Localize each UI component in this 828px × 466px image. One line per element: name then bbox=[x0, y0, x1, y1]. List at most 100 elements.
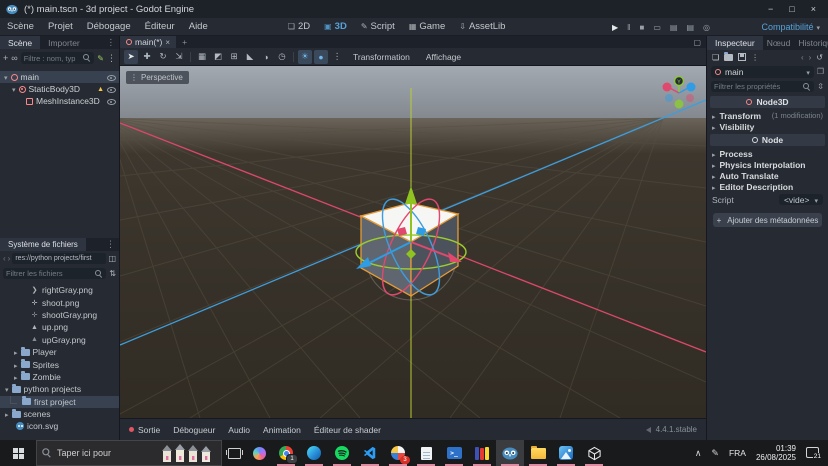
taskbar-clock[interactable]: 01:39 26/08/2025 bbox=[756, 444, 796, 462]
action-center-button[interactable]: 21 bbox=[806, 447, 820, 459]
section-auto-translate[interactable]: Auto Translate bbox=[707, 170, 828, 181]
move-tool-button[interactable]: ✚ bbox=[140, 50, 154, 64]
snap-button[interactable]: ◑ bbox=[259, 50, 273, 64]
scene-tree-menu-icon[interactable] bbox=[107, 53, 116, 64]
viewport-extra-menu-icon[interactable] bbox=[330, 50, 344, 64]
remote-debug-icon[interactable]: ▭ bbox=[653, 23, 661, 32]
tree-row-staticbody3d[interactable]: StaticBody3D ▲ bbox=[0, 83, 119, 95]
menu-help[interactable]: Aide bbox=[182, 21, 215, 32]
folder-row[interactable]: Zombie bbox=[0, 371, 119, 383]
explorer-button[interactable] bbox=[524, 440, 552, 466]
open-docs-icon[interactable]: ❐ bbox=[817, 67, 824, 76]
pause-button[interactable]: ‖ bbox=[627, 23, 630, 32]
filesystem-menu-icon[interactable] bbox=[102, 238, 119, 251]
panel-audio[interactable]: Audio bbox=[228, 425, 250, 435]
panel-animation[interactable]: Animation bbox=[263, 425, 301, 435]
menu-editor[interactable]: Éditeur bbox=[138, 21, 182, 32]
camera-override-button[interactable]: ◷ bbox=[275, 50, 289, 64]
maximize-button[interactable]: □ bbox=[789, 4, 794, 14]
mode-game[interactable]: ▦Game bbox=[409, 21, 445, 32]
instances-icon[interactable]: ◎ bbox=[703, 23, 710, 32]
save-resource-icon[interactable] bbox=[738, 53, 746, 61]
file-row[interactable]: ▲ upGray.png bbox=[0, 334, 119, 346]
menu-view[interactable]: Affichage bbox=[419, 52, 468, 62]
instance-scene-button[interactable]: ∞ bbox=[11, 53, 17, 63]
vscode-button[interactable] bbox=[356, 440, 384, 466]
start-button[interactable] bbox=[0, 440, 36, 466]
edited-object-selector[interactable]: main bbox=[711, 66, 814, 78]
collapse-icon[interactable] bbox=[14, 372, 18, 382]
section-physics-interpolation[interactable]: Physics Interpolation bbox=[707, 159, 828, 170]
folder-row-selected[interactable]: first project bbox=[0, 396, 119, 408]
tab-scene[interactable]: Scène bbox=[0, 36, 40, 49]
file-row[interactable]: ▲ up.png bbox=[0, 321, 119, 333]
notification-app-button[interactable]: 3 bbox=[384, 440, 412, 466]
mode-3d[interactable]: ▣3D bbox=[324, 21, 347, 32]
renderer-selector[interactable]: Compatibilité bbox=[761, 18, 820, 36]
rotate-tool-button[interactable]: ↻ bbox=[156, 50, 170, 64]
filesystem-filter-input[interactable]: Filtrer les fichiers bbox=[3, 268, 106, 279]
folder-row[interactable]: Player bbox=[0, 346, 119, 358]
split-view-icon[interactable]: ◫ bbox=[108, 254, 116, 263]
tab-inspector[interactable]: Inspecteur bbox=[707, 36, 763, 50]
movie-maker-icon-2[interactable]: ▤ bbox=[686, 23, 694, 32]
menu-debug[interactable]: Débogage bbox=[80, 21, 138, 32]
close-tab-icon[interactable]: × bbox=[165, 38, 170, 47]
expand-sections-icon[interactable]: ⇳ bbox=[817, 82, 824, 91]
scene-tab-main[interactable]: main(*) × bbox=[120, 36, 176, 48]
collapse-icon[interactable] bbox=[5, 409, 9, 419]
lock-button[interactable]: ◩ bbox=[211, 50, 225, 64]
chrome-button[interactable]: 1 bbox=[272, 440, 300, 466]
menu-transform[interactable]: Transformation bbox=[346, 52, 417, 62]
copilot-button[interactable] bbox=[247, 440, 272, 466]
tab-history[interactable]: Historique bbox=[794, 36, 828, 50]
powershell-button[interactable]: >_ bbox=[440, 440, 468, 466]
collapse-icon[interactable] bbox=[14, 360, 18, 370]
sort-files-icon[interactable]: ⇅ bbox=[109, 269, 116, 278]
section-process[interactable]: Process bbox=[707, 148, 828, 159]
new-resource-icon[interactable]: ❏ bbox=[712, 53, 719, 62]
tree-row-meshinstance3d[interactable]: MeshInstance3D bbox=[0, 95, 119, 107]
add-node-button[interactable]: + bbox=[3, 53, 8, 63]
load-resource-icon[interactable] bbox=[724, 54, 733, 61]
mode-assetlib[interactable]: ⇩AssetLib bbox=[459, 21, 505, 32]
photos-button[interactable] bbox=[552, 440, 580, 466]
ruler-button[interactable]: ◣ bbox=[243, 50, 257, 64]
expand-icon[interactable] bbox=[5, 384, 9, 394]
attach-script-button[interactable]: ✎ bbox=[97, 54, 104, 63]
folder-row[interactable]: python projects bbox=[0, 383, 119, 395]
folder-row[interactable]: Sprites bbox=[0, 358, 119, 370]
select-tool-button[interactable]: ➤ bbox=[124, 50, 138, 64]
menu-project[interactable]: Projet bbox=[41, 21, 80, 32]
visibility-eye-icon[interactable] bbox=[107, 85, 116, 94]
expand-viewport-icon[interactable]: ▢ bbox=[688, 36, 706, 48]
property-filter-input[interactable]: Filtrer les propriétés bbox=[711, 81, 814, 92]
folder-row[interactable]: scenes bbox=[0, 408, 119, 420]
stop-button[interactable]: ■ bbox=[639, 23, 644, 32]
collapse-icon[interactable] bbox=[12, 84, 16, 94]
group-button[interactable]: ⊞ bbox=[227, 50, 241, 64]
task-view-button[interactable] bbox=[222, 440, 247, 466]
nav-back-icon[interactable]: ‹ bbox=[3, 254, 6, 263]
file-row[interactable]: icon.svg bbox=[0, 420, 119, 432]
panel-shader-editor[interactable]: Éditeur de shader bbox=[314, 425, 381, 435]
panel-output[interactable]: Sortie bbox=[129, 425, 160, 435]
hidden-icons-chevron[interactable]: ∧ bbox=[695, 448, 702, 459]
file-row[interactable]: ❯ rightGray.png bbox=[0, 284, 119, 296]
winrar-button[interactable] bbox=[468, 440, 496, 466]
notepad-button[interactable] bbox=[412, 440, 440, 466]
scene-filter-input[interactable]: Filtre : nom, typ bbox=[21, 52, 95, 64]
file-row[interactable]: ✛ shoot.png bbox=[0, 296, 119, 308]
spotify-button[interactable] bbox=[328, 440, 356, 466]
3d-viewer-button[interactable] bbox=[580, 440, 608, 466]
projection-selector[interactable]: Perspective bbox=[126, 71, 189, 84]
section-visibility[interactable]: Visibility bbox=[707, 121, 828, 132]
add-metadata-button[interactable]: + Ajouter des métadonnées bbox=[713, 213, 822, 227]
edge-button[interactable] bbox=[300, 440, 328, 466]
panel-debugger[interactable]: Débogueur bbox=[173, 425, 215, 435]
section-transform[interactable]: Transform (1 modification) bbox=[707, 110, 828, 121]
view-axis-gizmo[interactable]: Y bbox=[656, 70, 700, 114]
section-editor-description[interactable]: Editor Description bbox=[707, 181, 828, 192]
file-row[interactable]: ✛ shootGray.png bbox=[0, 309, 119, 321]
visibility-eye-icon[interactable] bbox=[107, 97, 116, 106]
